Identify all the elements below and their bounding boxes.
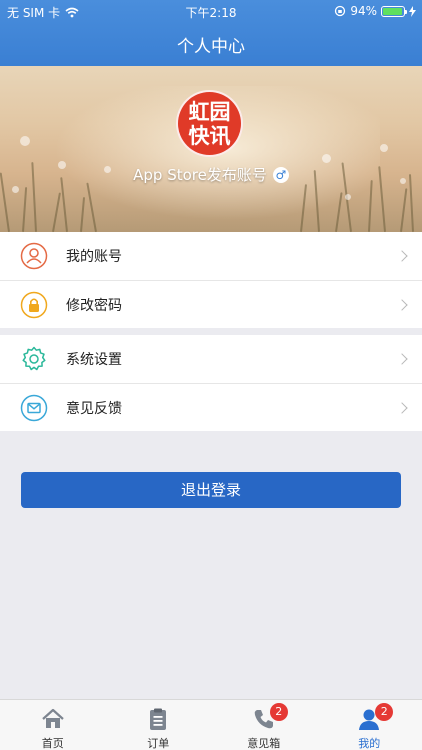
tab-label: 订单	[147, 737, 170, 750]
battery-icon	[381, 5, 407, 17]
page-title: 个人中心	[177, 37, 245, 57]
grass-stem	[400, 188, 408, 232]
username: App Store发布账号	[133, 166, 267, 184]
status-bar: 无 SIM 卡 下午2:18 94%	[0, 0, 422, 22]
menu-item-system-settings[interactable]: 系统设置	[0, 335, 422, 383]
flower-puff	[20, 136, 30, 146]
lock-icon	[20, 291, 48, 318]
battery-percent: 94%	[350, 4, 377, 18]
menu-label: 意见反馈	[66, 400, 122, 417]
clipboard-icon	[150, 708, 167, 730]
tab-bar: 首页 订单 2 意见箱 2 我的	[0, 699, 422, 750]
chevron-right-icon	[396, 401, 408, 414]
header: 无 SIM 卡 下午2:18 94% 个人中心	[0, 0, 422, 66]
profile-banner: 虹园 快讯 App Store发布账号 ♂	[0, 66, 422, 232]
gear-icon	[22, 346, 46, 371]
menu-group-account: 我的账号 修改密码	[0, 232, 422, 328]
logo-text-line1: 虹园	[188, 99, 231, 124]
menu-label: 我的账号	[66, 249, 122, 265]
avatar-logo[interactable]: 虹园 快讯	[176, 90, 243, 157]
menu-group-settings: 系统设置 意见反馈	[0, 335, 422, 431]
menu-item-feedback[interactable]: 意见反馈	[0, 383, 422, 431]
mail-icon	[20, 394, 48, 421]
menu-label: 修改密码	[66, 297, 122, 314]
chevron-right-icon	[396, 298, 408, 311]
notification-badge: 2	[375, 703, 394, 721]
chevron-right-icon	[396, 250, 408, 262]
flower-puff	[322, 154, 331, 163]
grass-stem	[22, 187, 28, 232]
tab-label: 我的	[358, 737, 381, 750]
tab-mine[interactable]: 2 我的	[317, 700, 422, 750]
tab-label: 意见箱	[247, 737, 281, 750]
user-icon	[20, 242, 48, 270]
flower-puff	[400, 178, 406, 184]
flower-puff	[12, 186, 19, 193]
tab-label: 首页	[41, 737, 64, 750]
chevron-right-icon	[396, 353, 408, 365]
home-icon	[42, 708, 64, 728]
tab-suggestion-box[interactable]: 2 意见箱	[211, 700, 317, 750]
male-icon: ♂	[272, 166, 289, 183]
charging-icon	[409, 5, 416, 17]
flower-puff	[380, 144, 388, 152]
flower-puff	[58, 161, 66, 169]
tab-orders[interactable]: 订单	[106, 700, 212, 750]
menu-label: 系统设置	[66, 352, 122, 368]
logout-button[interactable]: 退出登录	[21, 472, 401, 508]
tab-home[interactable]: 首页	[0, 700, 106, 750]
flower-puff	[345, 194, 351, 200]
menu-item-my-account[interactable]: 我的账号	[0, 232, 422, 280]
menu-item-change-password[interactable]: 修改密码	[0, 280, 422, 328]
flower-puff	[104, 166, 111, 173]
notification-badge: 2	[269, 703, 288, 721]
rotation-lock-icon	[335, 5, 346, 17]
logo-text-line2: 快讯	[188, 123, 231, 148]
